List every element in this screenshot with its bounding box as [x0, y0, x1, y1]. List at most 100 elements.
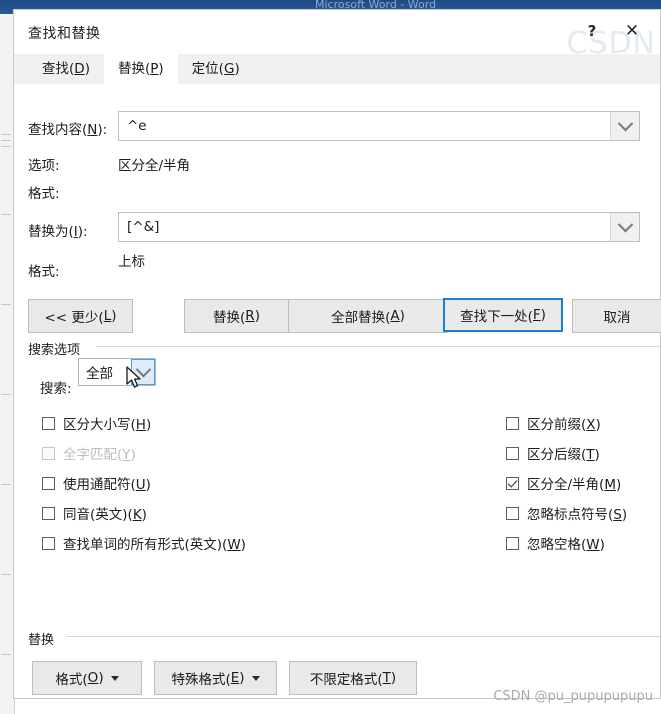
caret-down-icon: [251, 675, 260, 681]
checkbox-label: 使用通配符(U): [63, 477, 151, 493]
find-what-combobox[interactable]: ^e: [118, 111, 640, 141]
checkbox-label: 忽略标点符号(S): [527, 507, 628, 523]
checkbox-box: [506, 506, 519, 520]
no-formatting-button-accel: T: [382, 670, 391, 686]
checkbox-box: [506, 446, 519, 460]
no-formatting-button-suffix: ): [390, 670, 397, 686]
checkbox-whole-word: 全字匹配(Y): [42, 443, 136, 463]
chevron-down-icon: [617, 216, 633, 232]
find-next-button[interactable]: 查找下一处(F): [443, 298, 563, 332]
replace-all-button-label: 全部替换(: [331, 310, 391, 326]
tab-goto-suffix: ): [234, 61, 240, 77]
replace-format-label: 格式:: [28, 264, 60, 280]
format-button-suffix: ): [98, 670, 104, 686]
cancel-button[interactable]: 取消: [572, 299, 661, 333]
checkbox-wildcards[interactable]: 使用通配符(U): [42, 473, 151, 493]
special-format-button-suffix: ): [239, 670, 245, 686]
dialog-body: 查找内容(N): ^e 选项: 区分全/半角 格式: 替换为(I): [^&] …: [14, 84, 661, 698]
special-format-button-accel: E: [230, 670, 240, 686]
find-what-label: 查找内容(N):: [28, 118, 107, 138]
checkbox-label: 查找单词的所有形式(英文)(W): [63, 537, 246, 553]
replace-with-input[interactable]: [^&]: [119, 219, 610, 235]
special-format-button-label: 特殊格式(: [171, 672, 231, 688]
checkbox-label: 忽略空格(W): [527, 537, 605, 553]
find-and-replace-dialog: CSDN 查找和替换 ? ✕ 查找(D) 替换(P) 定位(G) 查找内容(N)…: [13, 9, 661, 699]
checkbox-all-word-forms[interactable]: 查找单词的所有形式(英文)(W): [42, 533, 246, 553]
checkbox-match-case[interactable]: 区分大小写(H): [42, 413, 151, 433]
find-what-input[interactable]: ^e: [119, 118, 610, 134]
less-button[interactable]: << 更少(L): [28, 299, 133, 333]
replace-with-label-text: 替换为(: [28, 224, 74, 240]
search-scope-dropdown-arrow[interactable]: [131, 359, 155, 385]
checkbox-label: 区分前缀(X): [527, 417, 601, 433]
checkbox-box: [506, 476, 519, 490]
find-what-accel: N: [87, 122, 98, 138]
format-button[interactable]: 格式(O): [32, 661, 142, 695]
replace-all-button[interactable]: 全部替换(A): [288, 299, 448, 333]
checkbox-sounds-like[interactable]: 同音(英文)(K): [42, 503, 147, 523]
find-options-label: 选项:: [28, 158, 60, 174]
no-formatting-button-label: 不限定格式(: [309, 672, 383, 688]
tab-goto-label: 定位(: [191, 61, 224, 77]
checkbox-match-suffix[interactable]: 区分后缀(T): [506, 443, 600, 463]
find-what-dropdown-arrow[interactable]: [610, 112, 639, 140]
replace-all-button-suffix: ): [399, 308, 405, 324]
tab-find[interactable]: 查找(D): [28, 55, 104, 84]
checkbox-match-prefix[interactable]: 区分前缀(X): [506, 413, 601, 433]
checkbox-label: 区分大小写(H): [63, 417, 152, 433]
replace-button[interactable]: 替换(R): [184, 299, 289, 333]
find-what-label-text: 查找内容(: [28, 122, 88, 138]
tab-find-accel: D: [74, 61, 85, 77]
dialog-title: 查找和替换: [28, 26, 101, 42]
special-format-button[interactable]: 特殊格式(E): [154, 661, 277, 695]
replace-button-label: 替换(: [213, 310, 246, 326]
no-formatting-button[interactable]: 不限定格式(T): [289, 661, 417, 695]
format-button-label: 格式(: [55, 672, 88, 688]
checkbox-label: 区分全/半角(M): [527, 477, 622, 493]
search-options-group-rule: [96, 346, 660, 347]
find-next-button-label: 查找下一处(: [460, 309, 533, 325]
replace-with-label-suffix: ):: [77, 224, 88, 240]
close-icon[interactable]: ✕: [616, 16, 648, 46]
checkbox-ignore-whitespace[interactable]: 忽略空格(W): [506, 533, 605, 553]
checkbox-box: [42, 506, 55, 520]
replace-button-accel: R: [245, 308, 255, 324]
find-what-label-suffix: ):: [97, 122, 108, 138]
checkbox-box: [42, 476, 55, 490]
format-button-accel: O: [87, 670, 99, 686]
replace-button-suffix: ): [254, 308, 260, 324]
caret-down-icon: [110, 675, 119, 681]
less-button-suffix: ): [111, 308, 117, 324]
dialog-titlebar: CSDN 查找和替换 ? ✕: [14, 10, 660, 61]
search-scope-label: 搜索:: [40, 381, 72, 397]
checkbox-ignore-punctuation[interactable]: 忽略标点符号(S): [506, 503, 627, 523]
checkbox-label: 全字匹配(Y): [63, 447, 136, 463]
replace-with-label: 替换为(I):: [28, 220, 88, 240]
find-options-value: 区分全/半角: [118, 158, 191, 174]
checkbox-box: [506, 416, 519, 430]
checkbox-label: 区分后缀(T): [527, 447, 600, 463]
chevron-down-icon: [135, 361, 151, 377]
tab-goto-accel: G: [223, 61, 235, 77]
replace-all-button-accel: A: [390, 308, 400, 324]
replace-with-dropdown-arrow[interactable]: [610, 213, 639, 241]
tab-find-suffix: ): [84, 61, 90, 77]
help-icon[interactable]: ?: [576, 16, 608, 46]
search-scope-value: 全部: [86, 366, 113, 382]
less-button-accel: L: [103, 308, 112, 324]
checkbox-box: [42, 536, 55, 550]
replace-group-title: 替换: [28, 629, 61, 648]
tab-replace-suffix: ): [158, 61, 164, 77]
tab-goto[interactable]: 定位(G): [177, 55, 254, 84]
replace-format-value: 上标: [118, 254, 145, 270]
search-scope-combobox[interactable]: 全部: [78, 358, 156, 386]
tab-replace[interactable]: 替换(P): [103, 54, 178, 84]
tab-find-label: 查找(: [42, 61, 75, 77]
find-next-button-suffix: ): [540, 307, 546, 323]
checkbox-match-halfwidth[interactable]: 区分全/半角(M): [506, 473, 621, 493]
cancel-button-label: 取消: [603, 310, 631, 326]
csdn-watermark: CSDN @pu_pupupupupu: [493, 689, 653, 704]
chevron-down-icon: [617, 115, 633, 131]
replace-with-combobox[interactable]: [^&]: [118, 212, 640, 242]
checkbox-box: [42, 416, 55, 430]
